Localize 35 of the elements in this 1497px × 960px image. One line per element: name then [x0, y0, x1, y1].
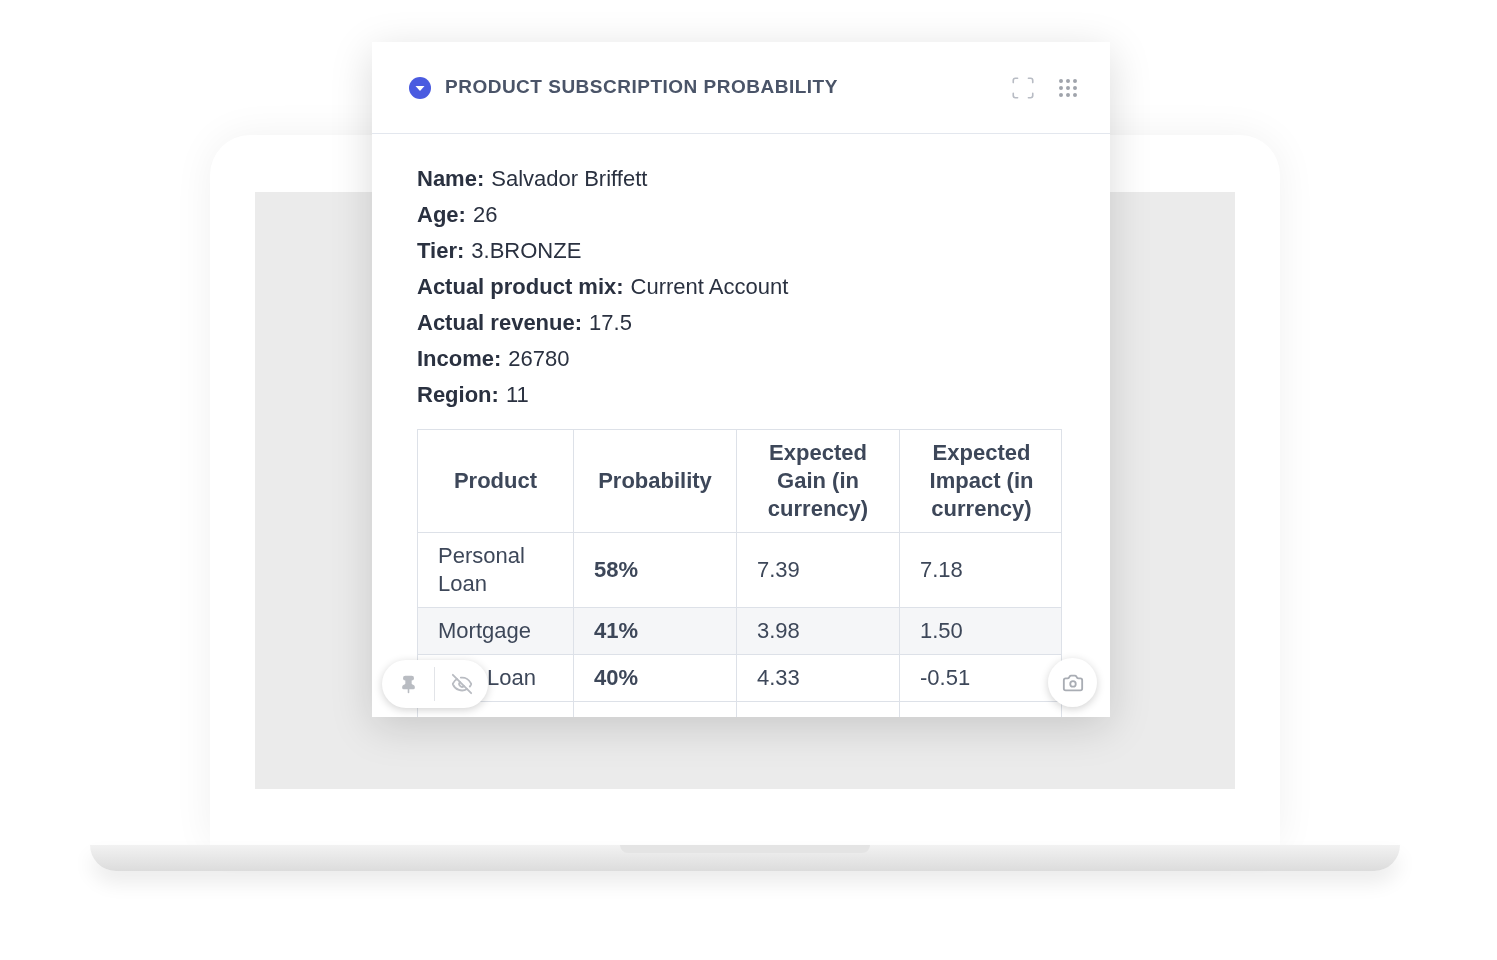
column-header: Expected Gain (in currency) — [736, 430, 899, 532]
table-cell-text: Personal Loan — [438, 542, 526, 598]
detail-label: Region: — [417, 380, 499, 409]
eye-off-icon — [450, 673, 473, 695]
detail-value: Salvador Briffett — [491, 164, 648, 193]
table-cell-text: Mortgage — [438, 617, 531, 645]
table-cell-text: 4.33 — [757, 664, 800, 692]
detail-value: 17.5 — [589, 308, 632, 337]
table-cell-text: 58% — [594, 556, 639, 584]
table-cell-text: 7.39 — [757, 556, 800, 584]
collapse-icon[interactable] — [409, 76, 431, 99]
detail-value: 3.BRONZE — [471, 236, 582, 265]
widget-title: PRODUCT SUBSCRIPTION PROBABILITY — [445, 75, 838, 100]
screenshot-button[interactable] — [1048, 658, 1097, 707]
column-header: Expected Impact (in currency) — [899, 430, 1063, 532]
detail-value: 11 — [505, 380, 529, 409]
detail-value: 26 — [472, 200, 498, 229]
detail-label: Tier: — [417, 236, 465, 265]
detail-label: Age: — [417, 200, 466, 229]
table-cell-text: 7.18 — [920, 556, 963, 584]
detail-label: Actual product mix: — [417, 272, 624, 301]
detail-value: Current Account — [630, 272, 789, 301]
table-cell-text: 1.50 — [920, 617, 963, 645]
column-header: Product — [452, 467, 539, 495]
table-cell-text: 40% — [594, 664, 639, 692]
detail-value: 26780 — [508, 344, 570, 373]
detail-label: Actual revenue: — [417, 308, 583, 337]
detail-label: Income: — [417, 344, 502, 373]
table-cell-text: 41% — [594, 617, 639, 645]
table-cell-text: 3.98 — [757, 617, 800, 645]
table-cell-text: -0.51 — [920, 664, 971, 692]
column-header: Probability — [573, 430, 736, 532]
detail-label: Name: — [417, 164, 485, 193]
fullscreen-icon[interactable] — [1010, 74, 1036, 101]
table-cell-text: Loan — [487, 664, 536, 692]
